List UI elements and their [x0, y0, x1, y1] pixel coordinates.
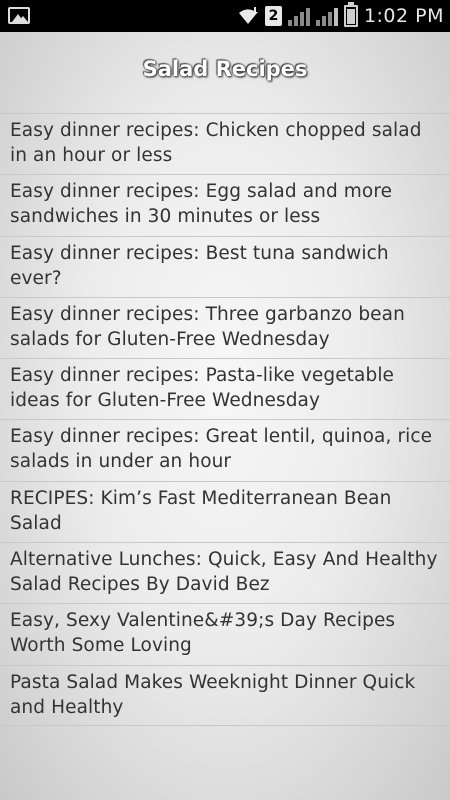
- list-item[interactable]: Alternative Lunches: Quick, Easy And Hea…: [0, 542, 450, 603]
- list-item[interactable]: Easy dinner recipes: Three garbanzo bean…: [0, 296, 450, 358]
- list-item[interactable]: Easy, Sexy Valentine&#39;s Day Recipes W…: [0, 603, 450, 664]
- page-title: Salad Recipes: [142, 57, 308, 81]
- sim-badge: 2: [264, 6, 282, 26]
- list-item[interactable]: Easy dinner recipes: Pasta-like vegetabl…: [0, 358, 450, 419]
- list-item[interactable]: Easy dinner recipes: Best tuna sandwich …: [0, 235, 450, 297]
- recipe-list[interactable]: Easy dinner recipes: Chicken chopped sal…: [0, 113, 450, 726]
- header: Salad Recipes: [0, 32, 450, 106]
- list-item[interactable]: RECIPES: Kim’s Fast Mediterranean Bean S…: [0, 480, 450, 542]
- list-item[interactable]: Easy dinner recipes: Egg salad and more …: [0, 174, 450, 235]
- list-item[interactable]: Pasta Salad Makes Weeknight Dinner Quick…: [0, 664, 450, 726]
- list-item[interactable]: Easy dinner recipes: Great lentil, quino…: [0, 419, 450, 480]
- app-screen: Salad Recipes Easy dinner recipes: Chick…: [0, 32, 450, 800]
- signal-icon-2: [315, 6, 338, 26]
- signal-icon: [287, 6, 310, 26]
- list-item[interactable]: Easy dinner recipes: Chicken chopped sal…: [0, 113, 450, 174]
- status-bar: 2 1:02 PM: [0, 0, 450, 32]
- gallery-notification-icon: [8, 7, 30, 24]
- clock: 1:02 PM: [363, 5, 444, 27]
- battery-icon: [343, 2, 358, 27]
- wifi-icon: [237, 6, 259, 26]
